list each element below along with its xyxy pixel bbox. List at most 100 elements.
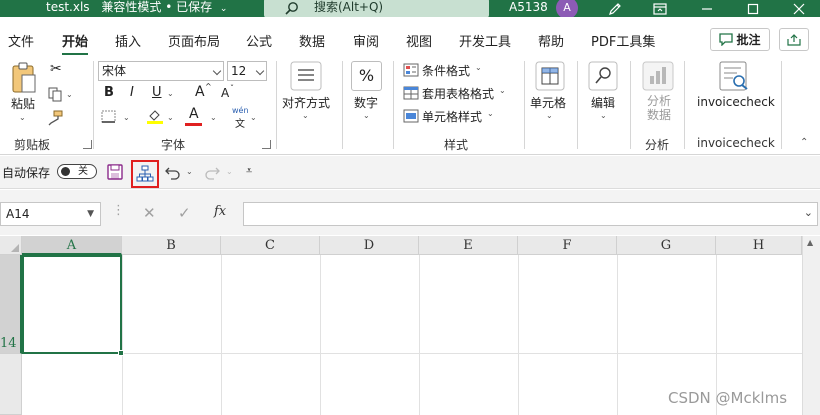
- document-title[interactable]: test.xls 兼容性模式 • 已保存 ⌄: [46, 0, 227, 17]
- font-color-dropdown-icon[interactable]: ⌄: [210, 113, 217, 122]
- bold-button[interactable]: B: [104, 85, 114, 100]
- cancel-icon[interactable]: ✕: [143, 204, 156, 222]
- paste-dropdown-icon[interactable]: ⌄: [19, 113, 26, 122]
- cell-styles-dropdown-icon[interactable]: ⌄: [487, 109, 494, 118]
- decrease-font-button[interactable]: A: [221, 86, 229, 100]
- column-header-a[interactable]: A: [22, 236, 122, 255]
- cell-styles-label[interactable]: 单元格样式: [422, 108, 482, 125]
- column-header-g[interactable]: G: [617, 236, 716, 255]
- chevron-down-icon[interactable]: ▼: [87, 203, 94, 225]
- underline-button[interactable]: U: [152, 85, 162, 100]
- tab-developer[interactable]: 开发工具: [459, 31, 511, 50]
- tab-pdf-tools[interactable]: PDF工具集: [591, 31, 655, 50]
- editing-label[interactable]: 编辑: [591, 94, 615, 111]
- column-header-d[interactable]: D: [320, 236, 419, 255]
- underline-dropdown-icon[interactable]: ⌄: [167, 89, 174, 98]
- font-color-button[interactable]: A: [189, 106, 199, 122]
- tab-insert[interactable]: 插入: [115, 31, 141, 50]
- format-painter-icon[interactable]: [46, 110, 64, 126]
- paste-icon[interactable]: [10, 61, 38, 95]
- align-icon[interactable]: [290, 61, 322, 91]
- search-box[interactable]: 搜索(Alt+Q): [264, 0, 489, 17]
- org-chart-icon[interactable]: [136, 165, 154, 183]
- redo-icon[interactable]: [204, 165, 220, 181]
- row-header-next[interactable]: [0, 354, 22, 415]
- format-as-table-label[interactable]: 套用表格格式: [422, 85, 494, 102]
- phonetic-bottom[interactable]: 文: [235, 115, 245, 130]
- fill-handle[interactable]: [118, 350, 124, 356]
- column-header-h[interactable]: H: [716, 236, 802, 255]
- cell-styles-icon[interactable]: [403, 109, 419, 123]
- alignment-dropdown-icon[interactable]: ⌄: [302, 111, 309, 120]
- column-header-c[interactable]: C: [221, 236, 320, 255]
- insert-function-button[interactable]: fx: [214, 204, 226, 219]
- pen-icon[interactable]: [600, 0, 630, 17]
- close-icon[interactable]: [784, 0, 814, 17]
- avatar[interactable]: A: [556, 0, 578, 17]
- undo-dropdown-icon[interactable]: ⌄: [186, 167, 193, 176]
- cells-dropdown-icon[interactable]: ⌄: [546, 111, 553, 120]
- undo-icon[interactable]: [165, 165, 181, 181]
- tab-page-layout[interactable]: 页面布局: [168, 31, 220, 50]
- row-header-14[interactable]: 14: [0, 255, 22, 354]
- clipboard-launcher-icon[interactable]: [83, 140, 92, 149]
- tab-review[interactable]: 审阅: [353, 31, 379, 50]
- conditional-format-label[interactable]: 条件格式: [422, 62, 470, 79]
- number-dropdown-icon[interactable]: ⌄: [363, 111, 370, 120]
- comments-button[interactable]: 批注: [710, 28, 770, 51]
- collapse-ribbon-icon[interactable]: ⌃: [800, 137, 808, 148]
- enter-icon[interactable]: ✓: [178, 204, 191, 222]
- border-dropdown-icon[interactable]: ⌄: [123, 113, 130, 122]
- column-header-f[interactable]: F: [518, 236, 617, 255]
- redo-dropdown-icon[interactable]: ⌄: [226, 167, 233, 176]
- minimize-icon[interactable]: [692, 0, 722, 17]
- conditional-format-icon[interactable]: [403, 63, 419, 77]
- customize-qat-icon[interactable]: ⩡: [246, 164, 252, 178]
- conditional-format-dropdown-icon[interactable]: ⌄: [475, 63, 482, 72]
- tab-data[interactable]: 数据: [299, 31, 325, 50]
- format-as-table-dropdown-icon[interactable]: ⌄: [499, 86, 506, 95]
- column-header-e[interactable]: E: [419, 236, 518, 255]
- vertical-scrollbar[interactable]: ▲: [802, 236, 820, 415]
- selected-cell[interactable]: [22, 255, 124, 356]
- share-button[interactable]: [779, 28, 809, 51]
- font-launcher-icon[interactable]: [262, 140, 271, 149]
- autosave-toggle[interactable]: 关: [57, 164, 97, 179]
- border-icon[interactable]: [101, 110, 117, 124]
- number-label[interactable]: 数字: [354, 94, 378, 111]
- increase-font-button[interactable]: A: [195, 84, 205, 100]
- tab-view[interactable]: 视图: [406, 31, 432, 50]
- tab-help[interactable]: 帮助: [538, 31, 564, 50]
- analyze-data-icon[interactable]: [642, 61, 674, 91]
- ribbon-display-icon[interactable]: [645, 0, 675, 17]
- number-format-button[interactable]: %: [351, 61, 382, 91]
- font-size-combo[interactable]: 12: [227, 61, 267, 81]
- tab-formulas[interactable]: 公式: [246, 31, 272, 50]
- phonetic-top[interactable]: wén: [232, 106, 249, 115]
- tab-file[interactable]: 文件: [8, 31, 34, 50]
- paste-label[interactable]: 粘贴: [11, 95, 35, 112]
- tab-home[interactable]: 开始: [62, 31, 89, 56]
- alignment-label[interactable]: 对齐方式: [282, 94, 330, 111]
- more-options-icon[interactable]: ⋮: [112, 203, 125, 218]
- copy-icon[interactable]: [47, 86, 63, 102]
- expand-formula-icon[interactable]: ⌄: [804, 206, 813, 219]
- maximize-icon[interactable]: [738, 0, 768, 17]
- editing-search-icon[interactable]: [588, 61, 618, 91]
- cells-icon[interactable]: [535, 61, 565, 91]
- invoicecheck-icon[interactable]: [717, 61, 751, 91]
- fill-color-icon[interactable]: [146, 107, 164, 125]
- phonetic-dropdown-icon[interactable]: ⌄: [250, 113, 257, 122]
- copy-dropdown-icon[interactable]: ⌄: [66, 90, 73, 99]
- italic-button[interactable]: I: [130, 85, 134, 100]
- save-icon[interactable]: [107, 164, 123, 180]
- name-box[interactable]: A14 ▼: [0, 202, 101, 226]
- cut-icon[interactable]: ✂: [50, 61, 62, 77]
- invoicecheck-label[interactable]: invoicecheck: [697, 95, 775, 109]
- formula-input[interactable]: ⌄: [243, 202, 818, 226]
- column-header-b[interactable]: B: [122, 236, 221, 255]
- scroll-up-icon[interactable]: ▲: [807, 238, 813, 247]
- font-name-combo[interactable]: 宋体: [98, 61, 224, 81]
- editing-dropdown-icon[interactable]: ⌄: [600, 111, 607, 120]
- select-all-button[interactable]: [0, 236, 22, 255]
